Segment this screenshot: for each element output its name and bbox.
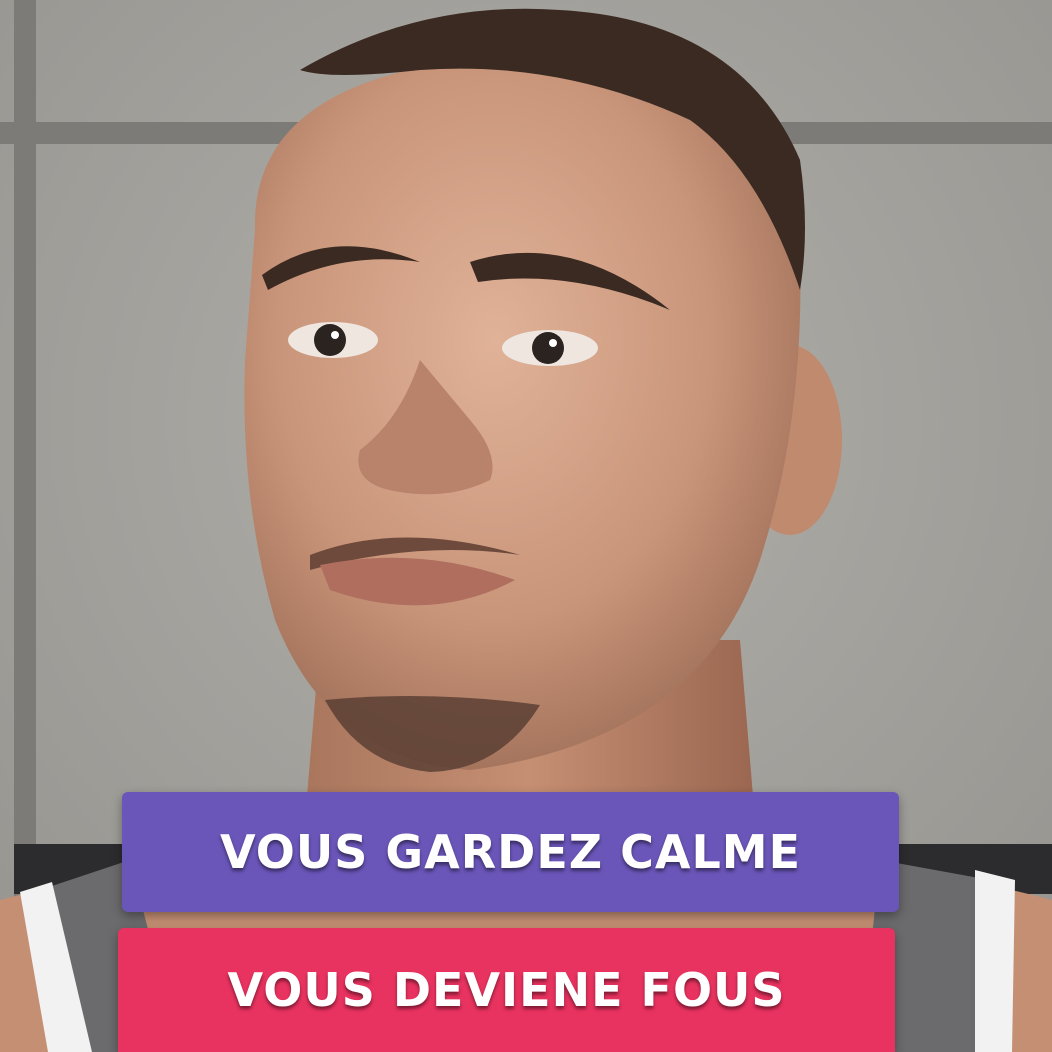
choice-go-crazy-button[interactable]: VOUS DEVIENE FOUS xyxy=(118,928,895,1052)
right-eye xyxy=(502,330,598,366)
choice-stay-calm-button[interactable]: VOUS GARDEZ CALME xyxy=(122,792,899,912)
left-eye xyxy=(288,322,378,358)
